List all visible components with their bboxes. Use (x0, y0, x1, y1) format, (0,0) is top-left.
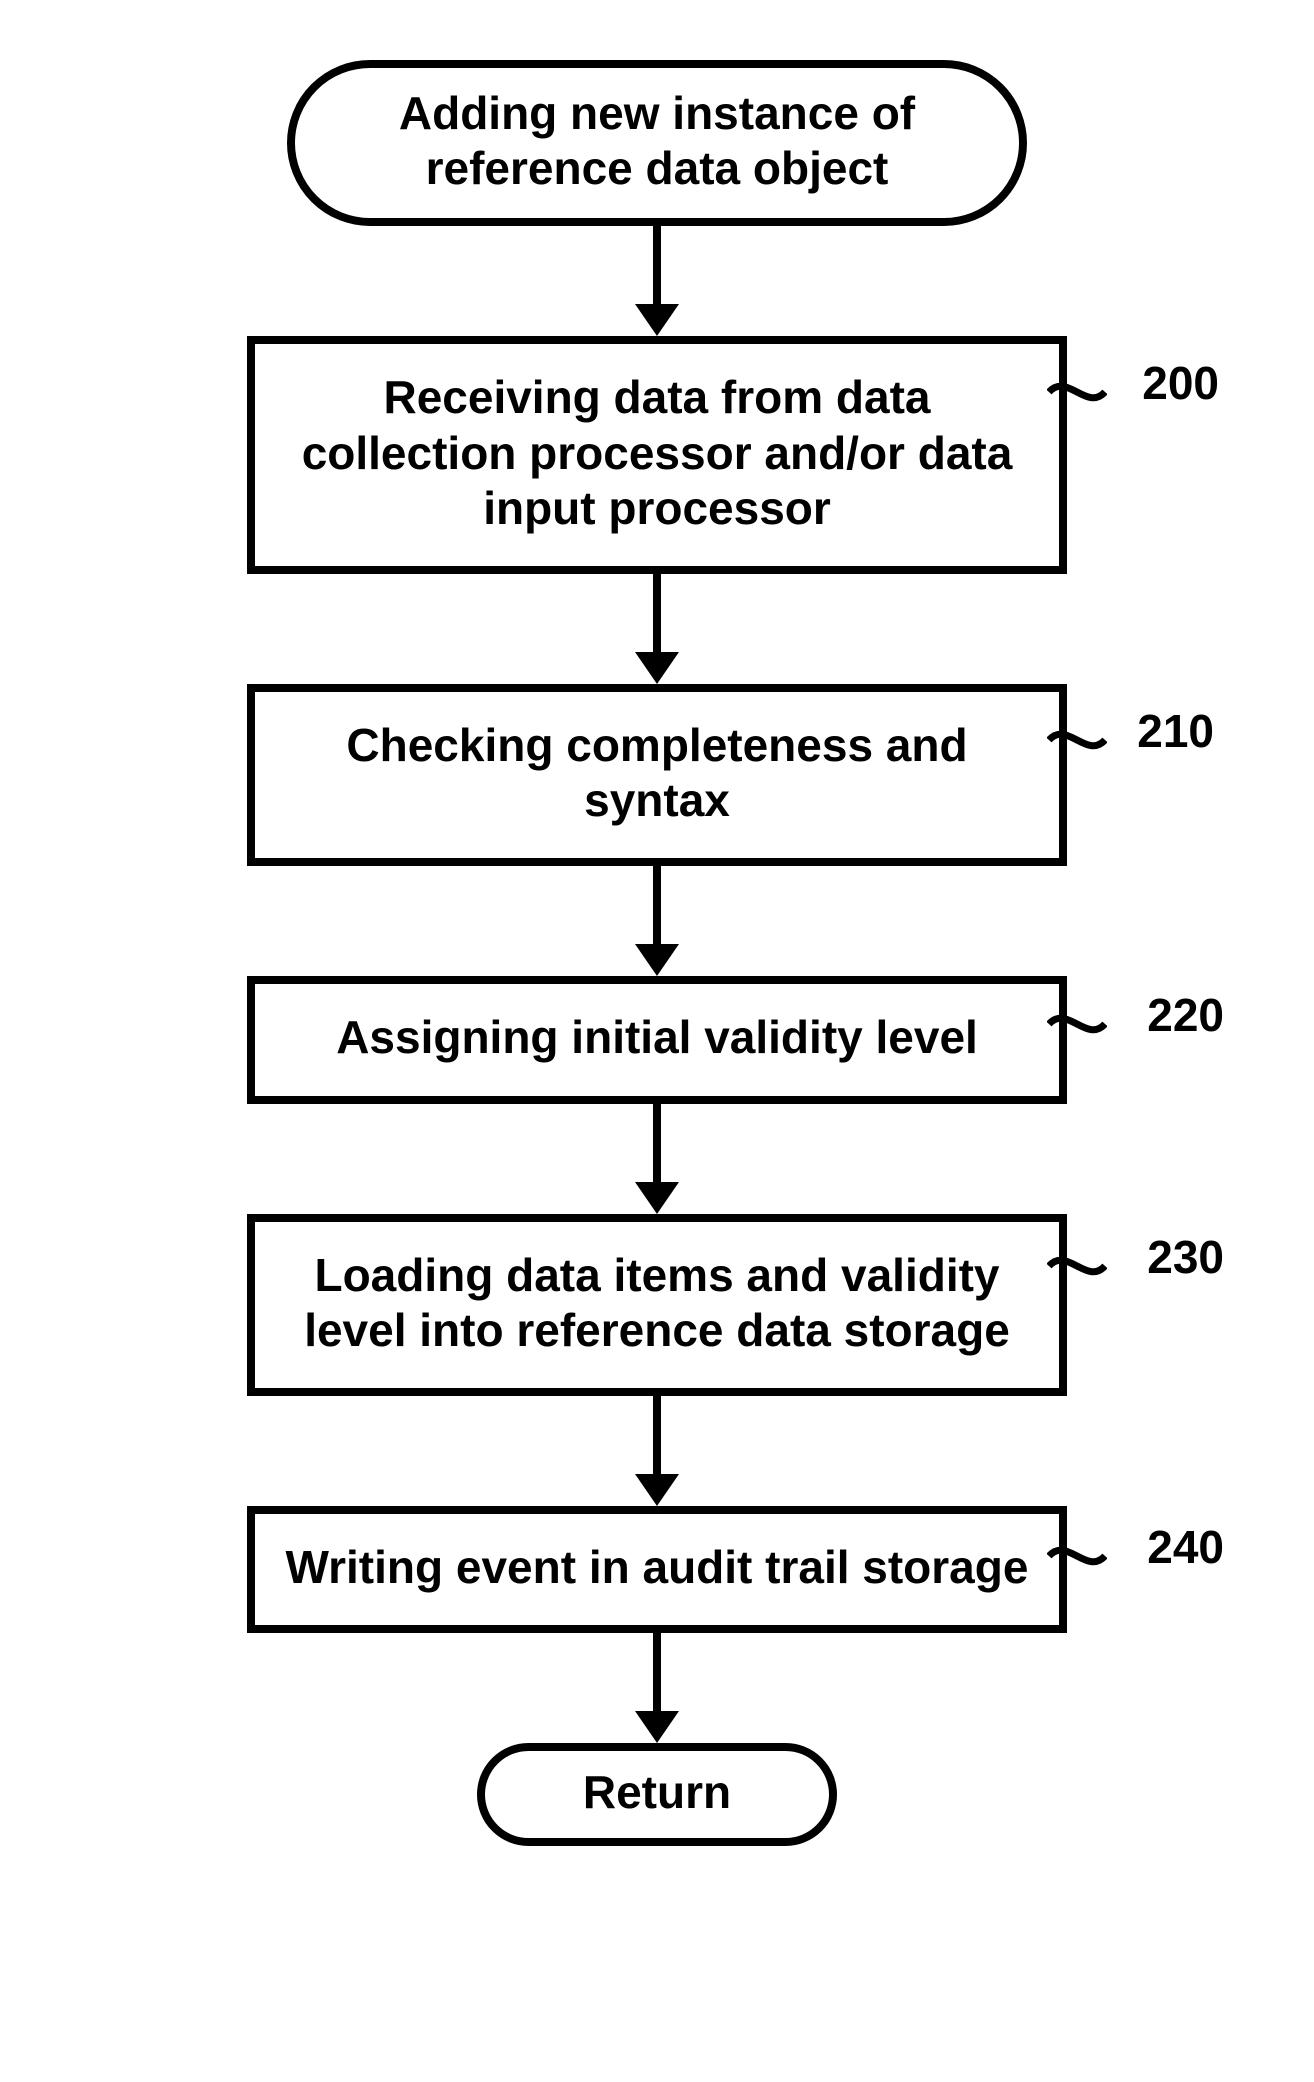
process-step-230: Loading data items and validity level in… (247, 1214, 1067, 1396)
arrow (0, 574, 1314, 684)
ref-connector (1047, 710, 1107, 770)
step-text: Receiving data from data collection proc… (302, 371, 1013, 533)
end-text: Return (583, 1766, 731, 1818)
process-step-220: Assigning initial validity level 220 (247, 976, 1067, 1103)
end-terminator: Return (477, 1743, 837, 1846)
arrow (0, 226, 1314, 336)
step-text: Writing event in audit trail storage (286, 1541, 1029, 1593)
start-text: Adding new instance of reference data ob… (399, 87, 915, 194)
ref-label: 210 (1137, 704, 1214, 759)
flowchart: Adding new instance of reference data ob… (0, 60, 1314, 1846)
arrow (0, 1633, 1314, 1743)
start-terminator: Adding new instance of reference data ob… (287, 60, 1027, 226)
step-text: Assigning initial validity level (336, 1011, 978, 1063)
ref-label: 220 (1147, 988, 1224, 1043)
ref-connector (1047, 994, 1107, 1054)
step-text: Loading data items and validity level in… (304, 1249, 1010, 1356)
ref-label: 230 (1147, 1230, 1224, 1285)
ref-connector (1047, 1526, 1107, 1586)
arrow (0, 1396, 1314, 1506)
ref-label: 240 (1147, 1520, 1224, 1575)
ref-connector (1047, 362, 1107, 422)
step-text: Checking completeness and syntax (346, 719, 967, 826)
arrow (0, 1104, 1314, 1214)
ref-label: 200 (1142, 356, 1219, 411)
arrow (0, 866, 1314, 976)
process-step-210: Checking completeness and syntax 210 (247, 684, 1067, 866)
process-step-240: Writing event in audit trail storage 240 (247, 1506, 1067, 1633)
process-step-200: Receiving data from data collection proc… (247, 336, 1067, 574)
ref-connector (1047, 1236, 1107, 1296)
